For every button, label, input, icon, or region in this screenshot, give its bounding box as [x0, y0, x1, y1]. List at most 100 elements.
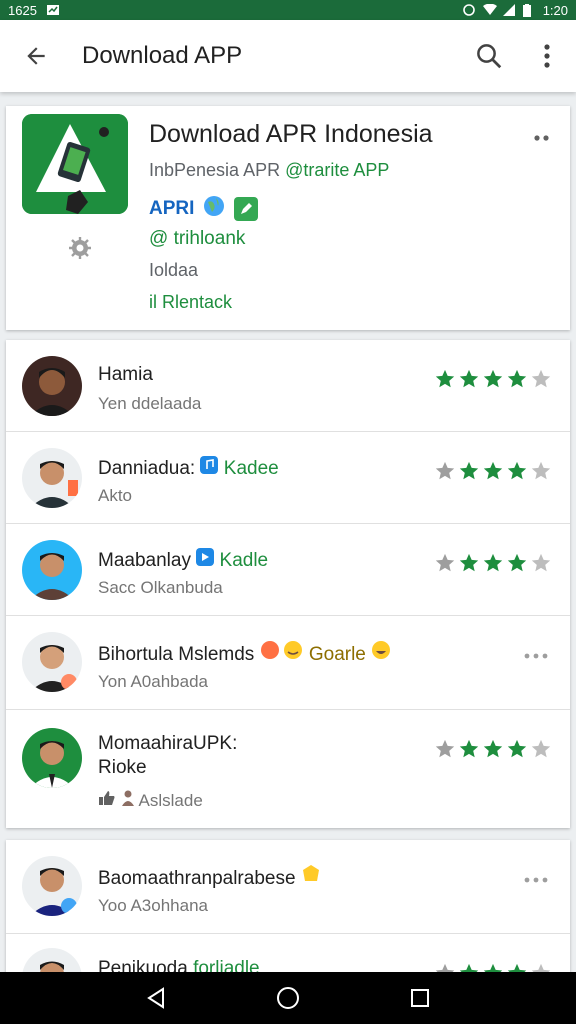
star-icon [435, 461, 455, 480]
review-meta: Sacc Olkanbuda [98, 578, 223, 597]
nav-back-button[interactable] [136, 978, 176, 1018]
more-horiz-icon [524, 653, 548, 659]
star-icon [435, 369, 455, 388]
app-subtitle-text: InbPenesia APR [149, 160, 281, 180]
music-note-icon [200, 456, 219, 479]
nav-home-button[interactable] [268, 978, 308, 1018]
status-time-right: 1:20 [542, 2, 568, 18]
reviewer-name-text: Baomaathranpalrabese [98, 868, 296, 889]
person-icon [121, 790, 135, 810]
reviewer-name: Bihortula Mslemds Goarle [98, 640, 391, 666]
more-vert-icon [544, 44, 550, 68]
video-icon [196, 548, 215, 571]
star-icon [483, 461, 503, 480]
laugh-emoji-icon [371, 641, 391, 665]
rating-stars [434, 962, 552, 972]
app-subtitle: InbPenesia APR @trarite APP [149, 160, 389, 181]
reviewer-tag[interactable]: Kadle [220, 550, 269, 571]
battery-icon [522, 4, 535, 17]
reviews-card-more: Baomaathranpalrabese Yoo A3ohhana Peniku… [6, 840, 570, 972]
star-icon [459, 739, 479, 758]
emoji-icon [260, 641, 304, 665]
content-area[interactable]: Download APR Indonesia InbPenesia APR @t… [0, 92, 576, 972]
thumb-icon [98, 791, 116, 810]
review-row[interactable]: Danniadua: Kadee Akto [6, 432, 570, 524]
app-subtitle-tag[interactable]: @trarite APP [285, 160, 389, 180]
app-remark[interactable]: il Rlentack [149, 292, 232, 313]
edit-badge-icon[interactable] [234, 197, 259, 221]
reviewer-name: Danniadua: Kadee [98, 456, 279, 480]
avatar[interactable] [22, 448, 82, 508]
review-meta-text: Aslslade [138, 791, 203, 810]
status-time-left: 1625 [8, 2, 37, 18]
review-row[interactable]: Bihortula Mslemds Goarle Yon A0ahbada [6, 616, 570, 710]
more-horiz-icon [524, 877, 548, 883]
reviewer-name: Penikuoda forliadle [98, 958, 260, 972]
reviewer-tag[interactable]: forliadle [193, 958, 260, 972]
globe-icon [202, 194, 226, 224]
review-more-button[interactable] [524, 646, 548, 664]
settings-gear-icon[interactable] [68, 236, 92, 265]
star-icon [507, 739, 527, 758]
app-handle[interactable]: @ trihloank [149, 228, 245, 250]
reviews-card: Hamia Yen ddelaada Danniadua: Kadee Akto… [6, 340, 570, 828]
review-meta: Akto [98, 486, 133, 505]
review-meta: Yon A0ahbada [98, 672, 208, 691]
app-more-button[interactable] [534, 128, 552, 146]
review-meta: Aslslade [98, 790, 203, 811]
review-row[interactable]: Hamia Yen ddelaada [6, 340, 570, 432]
avatar[interactable] [22, 856, 82, 916]
page-title: Download APP [82, 42, 243, 69]
app-logo-icon [22, 114, 128, 214]
avatar[interactable] [22, 948, 82, 972]
reviewer-name: Hamia [98, 364, 153, 386]
star-icon [507, 963, 527, 972]
avatar[interactable] [22, 632, 82, 692]
rating-stars [434, 552, 552, 574]
star-icon [531, 461, 551, 480]
star-icon [459, 963, 479, 972]
avatar[interactable] [22, 540, 82, 600]
reviewer-name: MomaahiraUPK: Rioke [98, 732, 237, 780]
circle-home-icon [277, 987, 299, 1009]
review-row[interactable]: Maabanlay Kadle Sacc Olkanbuda [6, 524, 570, 616]
rating-stars [434, 460, 552, 482]
app-info-card[interactable]: Download APR Indonesia InbPenesia APR @t… [6, 106, 570, 330]
back-button[interactable] [0, 20, 72, 92]
review-row[interactable]: Penikuoda forliadle [6, 934, 570, 972]
reviewer-name-text: Hamia [98, 364, 153, 385]
app-title: Download APR Indonesia [149, 120, 433, 148]
square-recents-icon [411, 989, 429, 1007]
review-more-button[interactable] [524, 870, 548, 888]
star-icon [459, 461, 479, 480]
search-button[interactable] [460, 20, 518, 92]
star-icon [435, 553, 455, 572]
app-bar: Download APP [0, 20, 576, 92]
more-options-button[interactable] [518, 20, 576, 92]
reviewer-name: Maabanlay Kadle [98, 548, 268, 572]
rating-stars [434, 368, 552, 390]
star-icon [483, 739, 503, 758]
star-icon [507, 369, 527, 388]
star-icon [507, 461, 527, 480]
avatar[interactable] [22, 356, 82, 416]
app-location: Ioldaa [149, 260, 199, 280]
star-icon [531, 369, 551, 388]
arrow-back-icon [27, 47, 45, 65]
alarm-icon [462, 4, 475, 16]
more-horiz-icon [534, 135, 549, 141]
review-meta: Yoo A3ohhana [98, 896, 208, 915]
star-icon [435, 739, 455, 758]
reviewer-name-text: Danniadua: [98, 458, 196, 479]
review-row[interactable]: Baomaathranpalrabese Yoo A3ohhana [6, 840, 570, 934]
status-bar: 1625 1:20 [0, 0, 576, 20]
system-nav-bar [0, 972, 576, 1024]
star-icon [483, 553, 503, 572]
reviewer-tag[interactable]: Kadee [224, 458, 279, 479]
nav-recents-button[interactable] [400, 978, 440, 1018]
star-icon [531, 963, 551, 972]
review-row[interactable]: MomaahiraUPK: Rioke Aslslade [6, 710, 570, 828]
reviewer-tag[interactable]: Goarle [309, 644, 366, 665]
app-badge-text: APRI [149, 198, 195, 219]
avatar[interactable] [22, 728, 82, 788]
